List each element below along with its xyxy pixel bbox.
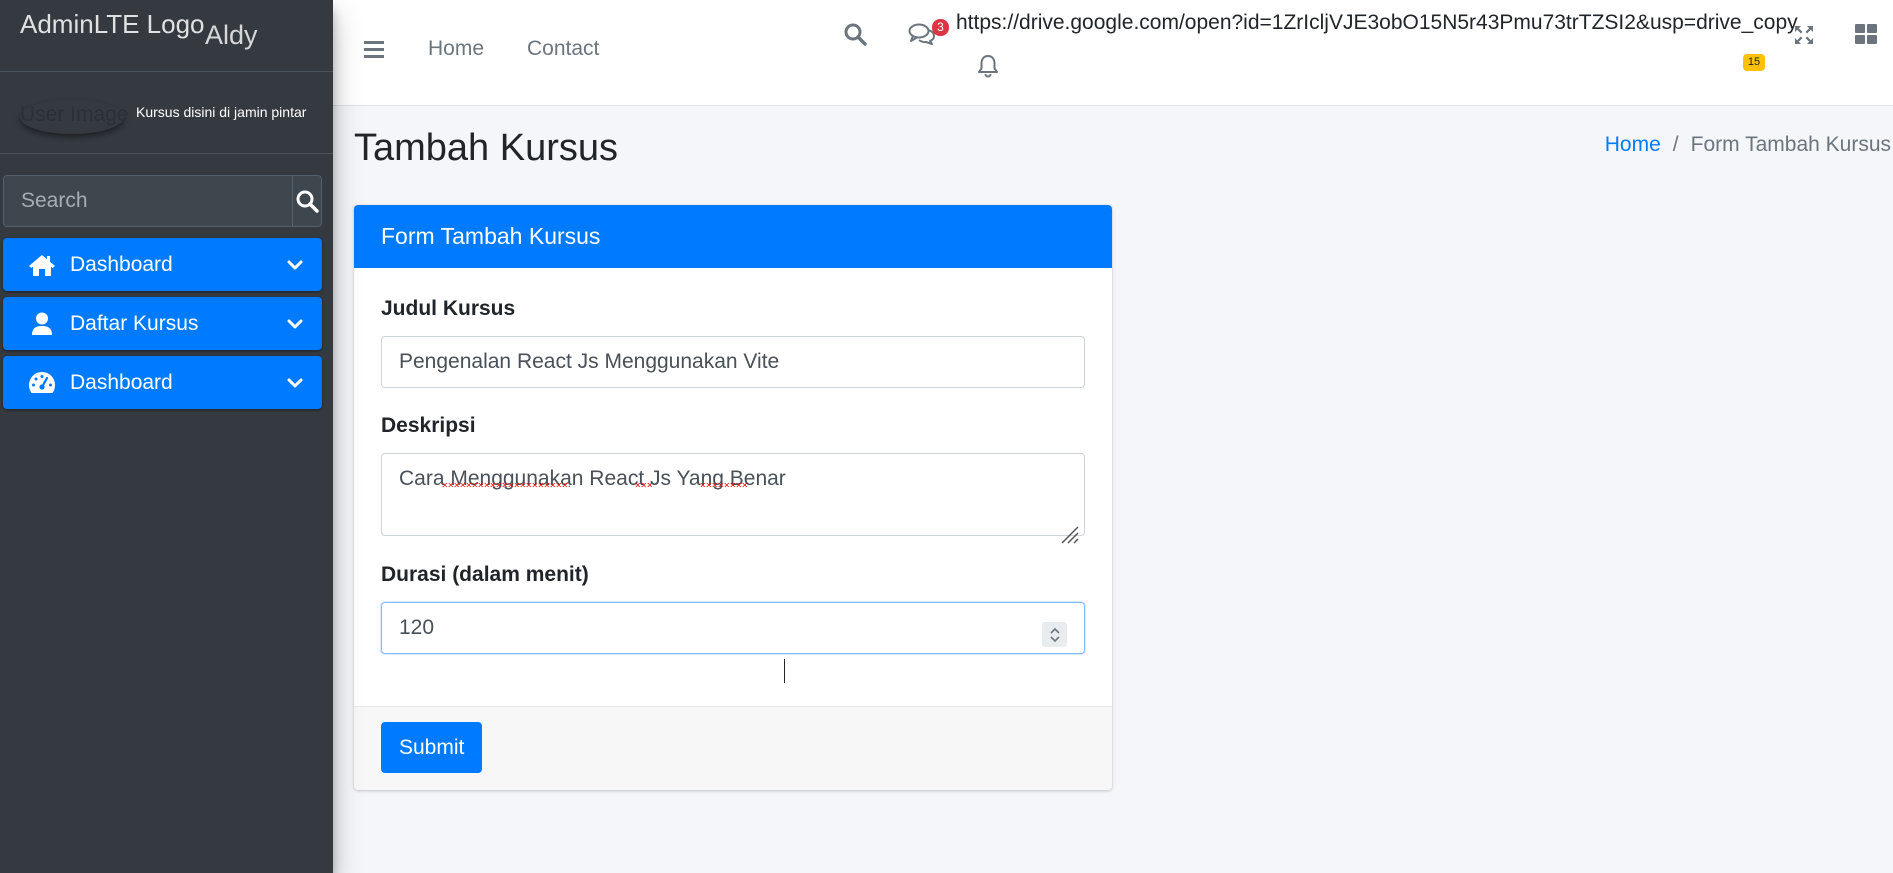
brand-text: Aldy [205, 20, 258, 50]
text-caret [784, 659, 785, 683]
sidebar-item-daftar-kursus[interactable]: Daftar Kursus [3, 297, 322, 350]
sidebar-item-dashboard[interactable]: Dashboard [3, 238, 322, 291]
sidebar-search-button[interactable] [292, 176, 321, 226]
chevron-down-icon [284, 254, 306, 276]
sidebar-search-input[interactable] [4, 176, 292, 226]
user-icon [28, 310, 56, 338]
bell-icon[interactable] [977, 54, 999, 83]
card-footer: Submit [354, 706, 1112, 790]
breadcrumb-home[interactable]: Home [1605, 133, 1661, 157]
card-title: Form Tambah Kursus [354, 205, 1112, 268]
number-spinner-icon[interactable] [1042, 622, 1067, 647]
fullscreen-icon[interactable] [1793, 24, 1815, 51]
deskripsi-textarea[interactable]: Cara Menggunakan React Js Yang Benar [381, 453, 1085, 536]
nav-link-contact[interactable]: Contact [527, 37, 599, 61]
search-icon [296, 190, 319, 213]
hamburger-menu-icon[interactable] [363, 38, 385, 60]
chevron-down-icon [284, 372, 306, 394]
main-navbar: Home Contact 3 https://drive.google.com/… [333, 0, 1893, 106]
sidebar-item-label: Dashboard [70, 252, 173, 276]
brand-logo: AdminLTE Logo [20, 9, 205, 39]
breadcrumb: Home / Form Tambah Kursus [1605, 133, 1891, 157]
sidebar-item-label: Daftar Kursus [70, 311, 199, 335]
form-card: Form Tambah Kursus Judul Kursus Deskrips… [354, 205, 1112, 790]
judul-kursus-input[interactable] [381, 336, 1085, 388]
control-sidebar-icon[interactable] [1855, 24, 1877, 49]
main-sidebar: AdminLTE Logo Aldy User Image Kursus dis… [0, 0, 333, 873]
nav-link-home[interactable]: Home [428, 37, 484, 61]
brand-link[interactable]: AdminLTE Logo Aldy [0, 0, 333, 72]
sidebar-item-dashboard-2[interactable]: Dashboard [3, 356, 322, 409]
breadcrumb-separator: / [1672, 133, 1679, 156]
user-image: User Image [20, 100, 129, 134]
chevron-down-icon [284, 313, 306, 335]
navbar-search-icon[interactable] [843, 22, 867, 51]
durasi-input[interactable] [381, 602, 1085, 654]
judul-kursus-label: Judul Kursus [381, 297, 516, 320]
messages-badge: 3 [932, 19, 949, 36]
user-panel: User Image Kursus disini di jamin pintar [0, 72, 333, 154]
tachometer-icon [28, 369, 56, 397]
card-body: Judul Kursus Deskripsi Cara Menggunakan … [354, 268, 1112, 711]
submit-button[interactable]: Submit [381, 722, 483, 773]
durasi-label: Durasi (dalam menit) [381, 563, 589, 586]
sidebar-search [3, 175, 322, 227]
notifications-badge: 15 [1743, 54, 1765, 71]
sidebar-item-label: Dashboard [70, 370, 173, 394]
deskripsi-label: Deskripsi [381, 414, 476, 437]
breadcrumb-active: Form Tambah Kursus [1690, 133, 1891, 156]
page-title: Tambah Kursus [354, 127, 619, 169]
drive-url-link[interactable]: https://drive.google.com/open?id=1ZrIclj… [956, 11, 1798, 35]
home-icon [28, 251, 56, 279]
user-name[interactable]: Kursus disini di jamin pintar [136, 104, 306, 120]
